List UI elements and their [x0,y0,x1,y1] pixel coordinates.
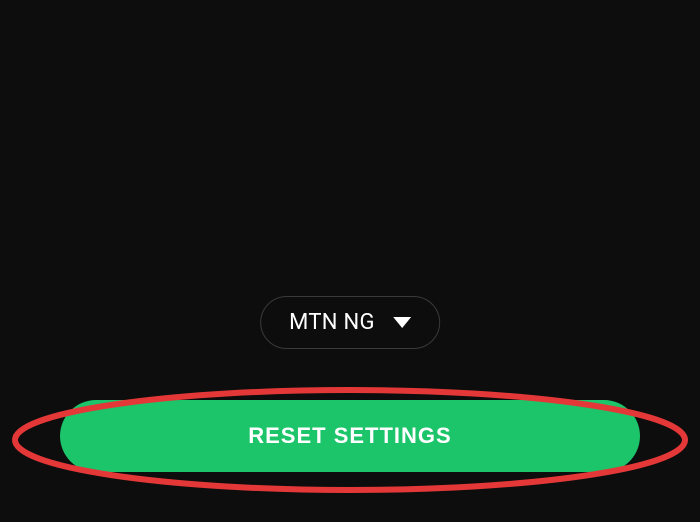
carrier-dropdown-label: MTN NG [289,310,375,335]
carrier-dropdown[interactable]: MTN NG [260,296,440,349]
reset-settings-button[interactable]: RESET SETTINGS [60,400,640,472]
chevron-down-icon [393,317,411,328]
reset-settings-button-label: RESET SETTINGS [248,423,451,449]
